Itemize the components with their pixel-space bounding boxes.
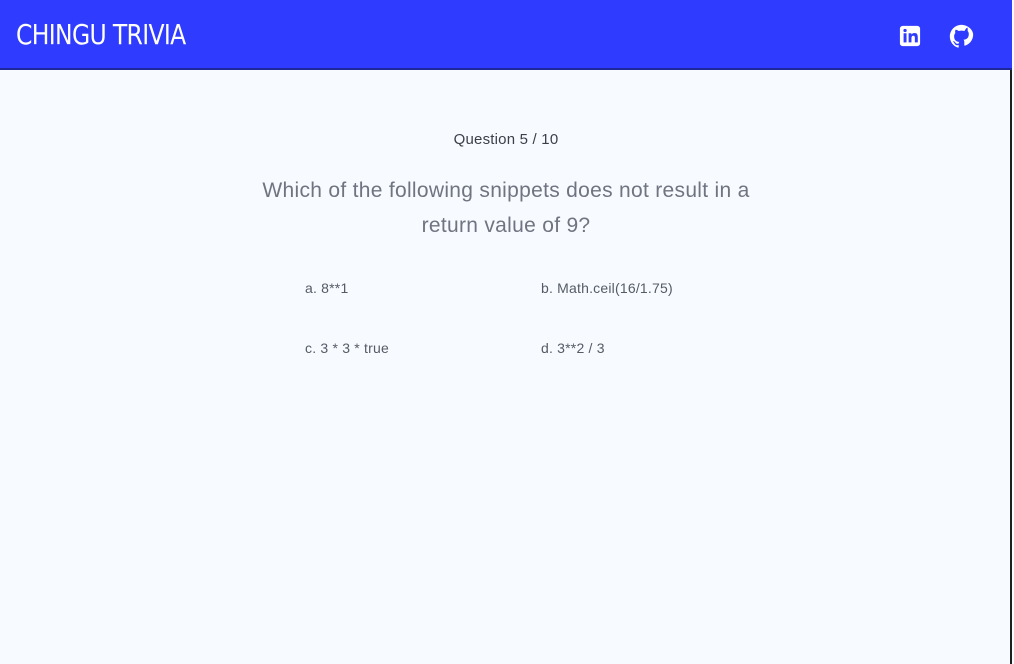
linkedin-link[interactable]	[897, 23, 923, 49]
question-section: Question 5 / 10 Which of the following s…	[0, 128, 1012, 243]
header-icons	[897, 22, 974, 50]
linkedin-icon	[899, 25, 921, 47]
question-counter: Question 5 / 10	[453, 131, 559, 148]
github-icon	[949, 24, 974, 49]
answer-option-d[interactable]: d. 3**2 / 3	[541, 337, 605, 359]
answer-grid: a. 8**1 b. Math.ceil(16/1.75) c. 3 * 3 *…	[305, 277, 755, 367]
app-header: CHINGU TRIVIA	[0, 0, 1012, 70]
answer-option-c[interactable]: c. 3 * 3 * true	[305, 337, 389, 359]
answer-option-a[interactable]: a. 8**1	[305, 277, 348, 299]
app-title: CHINGU TRIVIA	[16, 18, 186, 51]
question-text: Which of the following snippets does not…	[262, 179, 750, 237]
answer-option-b[interactable]: b. Math.ceil(16/1.75)	[541, 277, 673, 299]
github-link[interactable]	[948, 23, 974, 49]
app-window: CHINGU TRIVIA Question 5 / 10 Which of t…	[0, 0, 1012, 664]
